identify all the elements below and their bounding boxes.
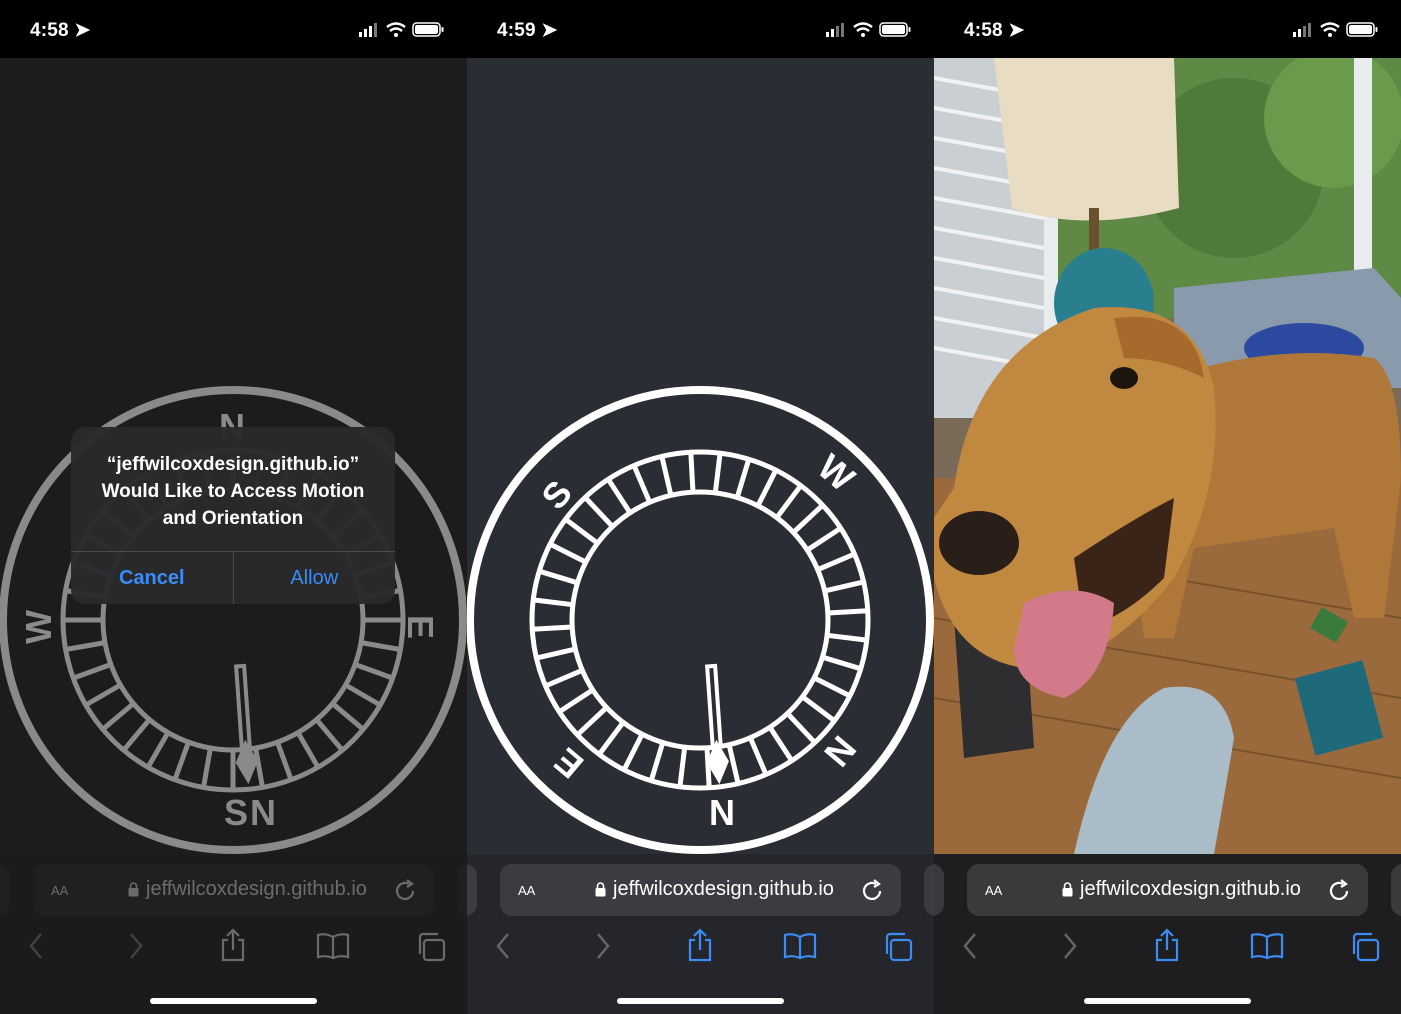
status-bar: 4:59 ➤	[467, 0, 934, 58]
cellular-signal-icon	[826, 23, 844, 37]
back-icon[interactable]	[28, 932, 44, 960]
cellular-signal-icon	[1293, 23, 1311, 37]
home-indicator	[617, 998, 784, 1004]
next-tab-peek[interactable]	[924, 864, 934, 916]
bookmarks-icon[interactable]	[783, 932, 817, 960]
previous-tab-peek[interactable]	[467, 864, 477, 916]
text-size-button[interactable]: AA	[518, 879, 535, 900]
allow-button[interactable]: Allow	[234, 552, 396, 604]
status-bar: 4:58 ➤	[934, 0, 1401, 58]
back-icon[interactable]	[962, 932, 978, 960]
text-size-button[interactable]: AA	[51, 879, 68, 900]
lock-icon	[128, 882, 139, 897]
next-tab-peek[interactable]	[1391, 864, 1401, 916]
battery-icon	[412, 22, 444, 37]
screen-permission-prompt: 4:58 ➤ N E W S N	[0, 0, 467, 1014]
nav-row	[467, 928, 934, 968]
dog-nose	[939, 511, 1019, 575]
forward-icon[interactable]	[1062, 932, 1078, 960]
cellular-signal-icon	[359, 23, 377, 37]
battery-icon	[879, 22, 911, 37]
share-icon[interactable]	[1154, 928, 1180, 962]
forward-icon[interactable]	[128, 932, 144, 960]
home-indicator	[150, 998, 317, 1004]
next-tab-peek[interactable]	[457, 864, 467, 916]
reload-icon[interactable]	[861, 877, 885, 903]
previous-tab-peek[interactable]	[0, 864, 10, 916]
tabs-icon[interactable]	[883, 932, 913, 962]
url-display[interactable]: jeffwilcoxdesign.github.io	[595, 878, 834, 901]
lock-icon	[595, 882, 606, 897]
address-bar[interactable]: AA jeffwilcoxdesign.github.io	[967, 864, 1368, 916]
nav-row	[0, 928, 467, 968]
tabs-icon[interactable]	[416, 932, 446, 962]
battery-icon	[1346, 22, 1378, 37]
permission-alert-dialog: “jeffwilcoxdesign.github.io” Would Like …	[71, 427, 395, 604]
dog-eye	[1110, 367, 1138, 389]
home-indicator	[1084, 998, 1251, 1004]
status-icons	[359, 22, 444, 37]
alert-title: “jeffwilcoxdesign.github.io” Would Like …	[101, 454, 365, 529]
page-content: S W E N N	[467, 58, 934, 854]
wifi-icon	[1320, 22, 1340, 37]
status-time: 4:59 ➤	[497, 20, 558, 41]
back-icon[interactable]	[495, 932, 511, 960]
url-display[interactable]: jeffwilcoxdesign.github.io	[1062, 878, 1301, 901]
share-icon[interactable]	[687, 928, 713, 962]
compass-needle	[705, 663, 729, 785]
lamp-shade	[994, 58, 1179, 221]
wifi-icon	[386, 22, 406, 37]
wifi-icon	[853, 22, 873, 37]
camera-photo	[934, 58, 1401, 854]
forward-icon[interactable]	[595, 932, 611, 960]
lock-icon	[1062, 882, 1073, 897]
address-bar[interactable]: AA jeffwilcoxdesign.github.io	[33, 864, 434, 916]
screen-camera-view: 4:58 ➤ AA jeffwilcoxdesign.github.io	[934, 0, 1401, 1014]
nav-row	[934, 928, 1401, 968]
screen-compass: 4:59 ➤ S W E N N AA jeffwilcoxdesign.git…	[467, 0, 934, 1014]
status-time: 4:58 ➤	[30, 20, 91, 41]
location-arrow-icon: ➤	[1008, 20, 1025, 41]
location-arrow-icon: ➤	[541, 20, 558, 41]
url-display[interactable]: jeffwilcoxdesign.github.io	[128, 878, 367, 901]
status-time: 4:58 ➤	[964, 20, 1025, 41]
safari-toolbar: AA jeffwilcoxdesign.github.io	[0, 854, 467, 1014]
status-icons	[1293, 22, 1378, 37]
safari-toolbar: AA jeffwilcoxdesign.github.io	[934, 854, 1401, 1014]
alert-buttons: Cancel Allow	[71, 551, 395, 604]
text-size-button[interactable]: AA	[985, 879, 1002, 900]
reload-icon[interactable]	[1328, 877, 1352, 903]
status-bar: 4:58 ➤	[0, 0, 467, 58]
share-icon[interactable]	[220, 928, 246, 962]
status-icons	[826, 22, 911, 37]
previous-tab-peek[interactable]	[934, 864, 944, 916]
bookmarks-icon[interactable]	[1250, 932, 1284, 960]
safari-toolbar: AA jeffwilcoxdesign.github.io	[467, 854, 934, 1014]
reload-icon[interactable]	[394, 877, 418, 903]
address-bar[interactable]: AA jeffwilcoxdesign.github.io	[500, 864, 901, 916]
bookmarks-icon[interactable]	[316, 932, 350, 960]
cancel-button[interactable]: Cancel	[71, 552, 234, 604]
tabs-icon[interactable]	[1350, 932, 1380, 962]
location-arrow-icon: ➤	[74, 20, 91, 41]
camera-feed	[934, 58, 1401, 854]
